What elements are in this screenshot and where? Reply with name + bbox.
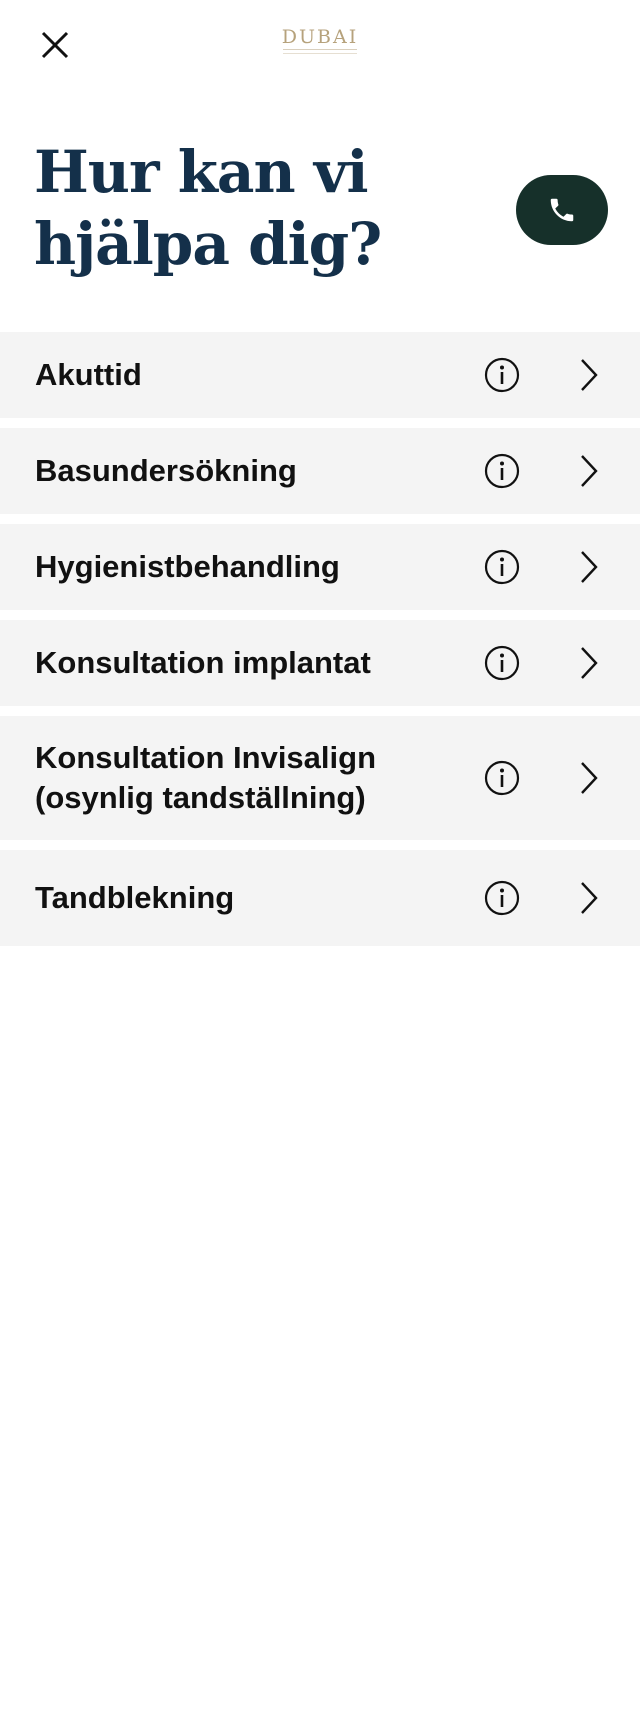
chevron-right-icon	[581, 455, 598, 487]
call-button[interactable]	[516, 175, 608, 245]
page-title-line-1: Hur kan vi	[34, 138, 369, 206]
logo-underline	[283, 49, 357, 54]
chevron-right-icon	[581, 882, 598, 914]
service-row-konsultation-implantat[interactable]: Konsultation implantat	[0, 620, 640, 706]
close-button[interactable]	[34, 24, 76, 66]
top-bar: DUBAI	[0, 0, 640, 90]
service-row-tandblekning[interactable]: Tandblekning	[0, 850, 640, 946]
logo-text: DUBAI	[281, 26, 359, 48]
chevron-right-icon	[581, 762, 598, 794]
chevron-right-icon	[581, 359, 598, 391]
service-list: Akuttid Basundersökning Hygienistbehandl…	[0, 332, 640, 946]
service-label: Basundersökning	[35, 453, 297, 488]
service-label: Akuttid	[35, 357, 142, 392]
service-row-hygienistbehandling[interactable]: Hygienistbehandling	[0, 524, 640, 610]
chevron-right-icon	[581, 551, 598, 583]
info-icon[interactable]	[484, 453, 520, 489]
service-row-konsultation-invisalign[interactable]: Konsultation Invisalign (osynlig tandstä…	[0, 716, 640, 840]
info-icon[interactable]	[484, 549, 520, 585]
info-icon[interactable]	[484, 357, 520, 393]
service-label: Konsultation implantat	[35, 645, 371, 680]
page-title: Hur kan vi hjälpa dig?	[34, 136, 454, 280]
info-icon[interactable]	[484, 645, 520, 681]
service-label: Konsultation Invisalign (osynlig tandstä…	[35, 740, 377, 815]
page-title-line-2: hjälpa dig?	[34, 210, 382, 278]
service-row-basundersokning[interactable]: Basundersökning	[0, 428, 640, 514]
logo[interactable]: DUBAI	[270, 26, 370, 60]
close-icon	[41, 31, 69, 59]
service-label: Hygienistbehandling	[35, 549, 340, 584]
info-icon[interactable]	[484, 880, 520, 916]
chevron-right-icon	[581, 647, 598, 679]
phone-icon	[550, 198, 574, 222]
service-label: Tandblekning	[35, 880, 235, 915]
info-icon[interactable]	[484, 760, 520, 796]
service-row-akuttid[interactable]: Akuttid	[0, 332, 640, 418]
